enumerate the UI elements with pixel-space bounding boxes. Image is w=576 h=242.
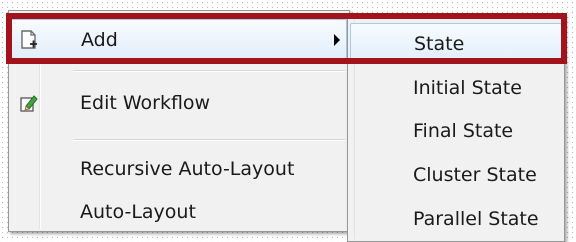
submenu-item-label: Initial State: [413, 77, 522, 99]
submenu-item-label: Final State: [413, 120, 514, 142]
submenu-item-label: State: [414, 33, 465, 55]
menu-item-recursive-auto-layout[interactable]: Recursive Auto-Layout: [11, 149, 347, 189]
add-submenu: State Initial State Final State Cluster …: [347, 14, 565, 242]
submenu-item-label: Cluster State: [413, 164, 537, 186]
submenu-item-label: Parallel State: [413, 208, 539, 230]
context-menu: Add Edit Workflow Recursive Auto-Layout …: [8, 10, 350, 232]
submenu-arrow-icon: [334, 34, 340, 46]
menu-item-edit-workflow[interactable]: Edit Workflow: [11, 83, 347, 123]
submenu-item-final-state[interactable]: Final State: [350, 111, 562, 151]
menu-separator: [73, 70, 345, 72]
submenu-item-state[interactable]: State: [350, 23, 562, 63]
menu-item-label: Add: [81, 29, 118, 51]
menu-item-label: Recursive Auto-Layout: [80, 158, 295, 180]
menu-item-label: Auto-Layout: [80, 201, 196, 223]
menu-item-label: Edit Workflow: [80, 92, 211, 114]
submenu-item-parallel-state[interactable]: Parallel State: [350, 199, 562, 239]
add-page-icon: [18, 29, 40, 51]
submenu-item-initial-state[interactable]: Initial State: [350, 68, 562, 108]
menu-item-add[interactable]: Add: [11, 19, 347, 59]
pencil-edit-icon: [17, 92, 39, 114]
submenu-item-cluster-state[interactable]: Cluster State: [350, 155, 562, 195]
menu-separator: [73, 139, 345, 141]
menu-item-auto-layout[interactable]: Auto-Layout: [11, 192, 347, 232]
